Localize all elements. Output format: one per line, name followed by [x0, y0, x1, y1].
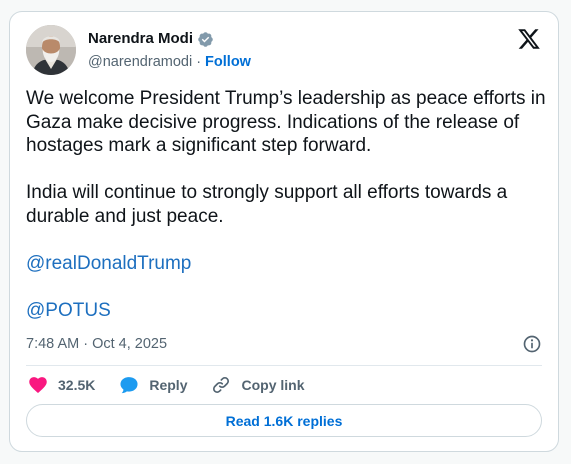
author-handle-row: @narendramodi · Follow [88, 52, 251, 72]
like-button[interactable]: 32.5K [28, 375, 95, 395]
info-icon[interactable] [522, 334, 542, 354]
timestamp[interactable]: 7:48 AM · Oct 4, 2025 [26, 336, 167, 352]
author-name-row: Narendra Modi [88, 29, 214, 49]
mention-paragraph: @POTUS [26, 299, 551, 323]
copy-link-label: Copy link [241, 377, 305, 393]
read-replies-button[interactable]: Read 1.6K replies [26, 404, 542, 437]
reply-button[interactable]: Reply [119, 375, 187, 395]
mention-paragraph: @realDonaldTrump [26, 252, 551, 276]
copy-link-button[interactable]: Copy link [211, 375, 305, 395]
verified-badge-icon [198, 31, 213, 47]
mention-link[interactable]: @POTUS [26, 299, 111, 323]
link-icon [213, 376, 230, 394]
like-count: 32.5K [58, 377, 96, 393]
author-handle[interactable]: @narendramodi [88, 52, 192, 72]
avatar[interactable] [26, 25, 76, 75]
tweet-meta-row: 7:48 AM · Oct 4, 2025 [26, 334, 542, 354]
tweet-text: We welcome President Trump’s leadership … [26, 87, 551, 322]
heart-icon [29, 377, 47, 394]
follow-button[interactable]: Follow [205, 52, 251, 72]
speech-bubble-icon [120, 377, 138, 394]
action-bar: 32.5K Reply Copy link [28, 374, 305, 396]
reply-label: Reply [149, 377, 188, 393]
tweet-card: Narendra Modi @narendramodi · Follow We … [9, 11, 559, 452]
x-logo-icon[interactable] [517, 27, 541, 51]
tweet-paragraph: India will continue to strongly support … [26, 182, 508, 227]
author-name[interactable]: Narendra Modi [88, 29, 193, 49]
mention-link[interactable]: @realDonaldTrump [26, 252, 191, 276]
avatar-image [26, 25, 76, 75]
divider [26, 365, 542, 366]
tweet-paragraph: We welcome President Trump’s leadership … [26, 88, 546, 156]
separator-dot: · [196, 54, 202, 70]
